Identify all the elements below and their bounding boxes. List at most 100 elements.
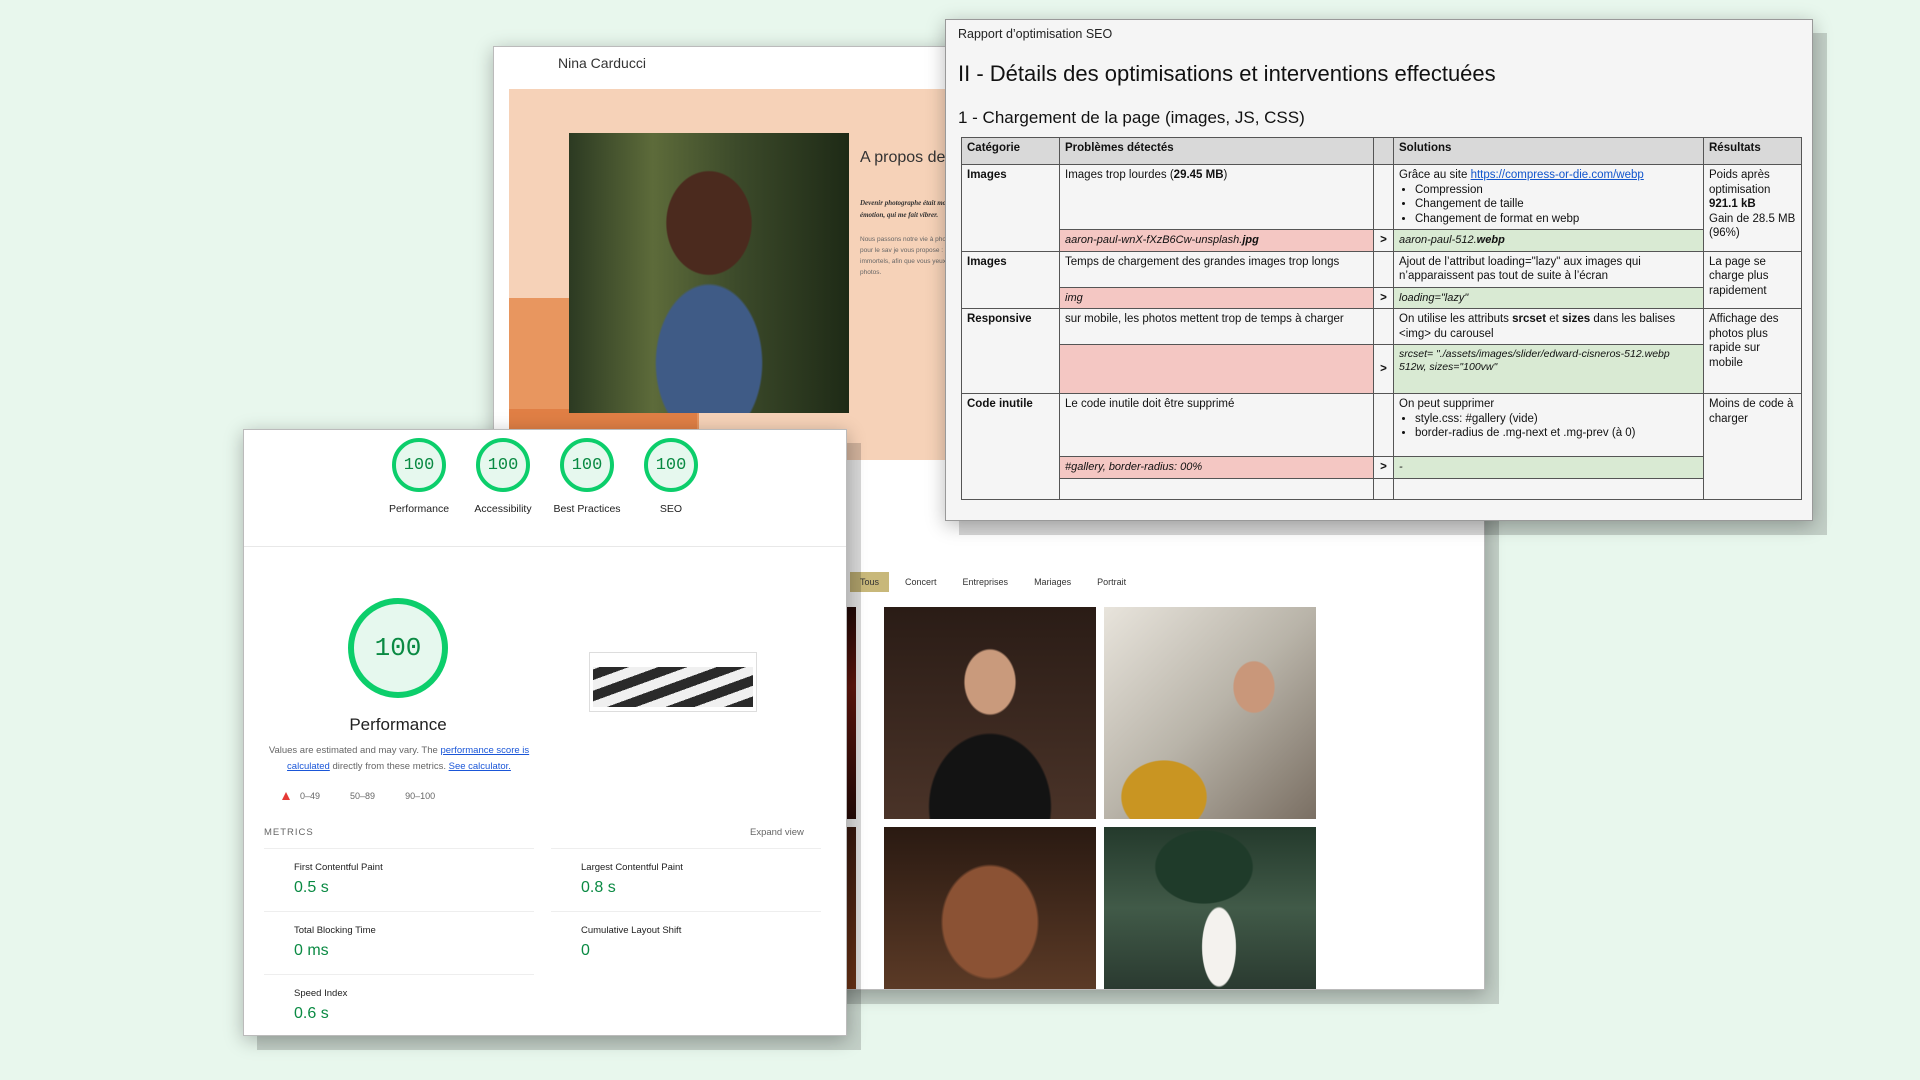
site-brand-name[interactable]: Nina Carducci	[558, 55, 646, 71]
table-row: Responsive sur mobile, les photos metten…	[961, 308, 1802, 394]
text-bold: 921.1 kB	[1709, 198, 1756, 210]
expand-view-toggle[interactable]: Expand view	[750, 827, 804, 838]
filter-mariages[interactable]: Mariages	[1024, 572, 1081, 592]
gauge-accessibility[interactable]: 100 Accessibility	[473, 438, 533, 517]
cell-solution: On peut supprimer style.css: #gallery (v…	[1393, 393, 1704, 457]
metric-label: Speed Index	[294, 988, 348, 999]
document-title: Rapport d’optimisation SEO	[958, 27, 1113, 41]
text-bold: 29.45 MB	[1173, 169, 1224, 181]
table-row: Code inutile Le code inutile doit être s…	[961, 393, 1802, 500]
metric-lcp: Largest Contentful Paint 0.8 s	[551, 848, 821, 911]
gallery-filters: Tous Concert Entreprises Mariages Portra…	[850, 572, 1136, 592]
text: )	[1223, 169, 1228, 181]
list-item: border-radius de .mg-next et .mg-prev (à…	[1415, 426, 1698, 441]
cell-category: Code inutile	[961, 393, 1060, 500]
legend-average: 50–89	[350, 791, 376, 801]
cell-result: Affichage des photos plus rapide sur mob…	[1703, 308, 1802, 394]
metric-value: 0.8 s	[581, 879, 616, 896]
arrow-cell: >	[1373, 286, 1394, 309]
score-gauges: 100 Performance 100 Accessibility 100 Be…	[244, 438, 846, 517]
performance-score-ring: 100	[348, 598, 448, 698]
cell-empty	[1373, 477, 1394, 500]
gallery-photo-portrait-man[interactable]	[884, 827, 1096, 989]
legend-pass: 90–100	[405, 791, 436, 801]
gallery-photo-office[interactable]	[1104, 607, 1316, 819]
cell-solution: On utilise les attributs srcset et sizes…	[1393, 308, 1704, 345]
cell-result: Poids après optimisation 921.1 kB Gain de …	[1703, 164, 1802, 252]
gauge-best-practices[interactable]: 100 Best Practices	[553, 438, 621, 517]
metric-tbt: Total Blocking Time 0 ms	[264, 911, 534, 974]
compress-or-die-link[interactable]: https://compress-or-die.com/webp	[1471, 169, 1644, 181]
text: Gain de 28.5 MB (96%)	[1709, 212, 1796, 240]
page-screenshot-thumbnail[interactable]	[589, 652, 757, 712]
gauge-performance[interactable]: 100 Performance	[389, 438, 449, 517]
header-category: Catégorie	[961, 137, 1060, 165]
score-legend: 0–49 50–89 90–100	[282, 791, 435, 801]
metric-value: 0 ms	[294, 942, 329, 959]
text: Images trop lourdes (	[1065, 169, 1174, 181]
filter-entreprises[interactable]: Entreprises	[953, 572, 1019, 592]
cell-solution: Grâce au site https://compress-or-die.co…	[1393, 164, 1704, 230]
arrow-cell: >	[1373, 344, 1394, 394]
text: et	[1546, 313, 1563, 325]
cell-result: La page se charge plus rapidement	[1703, 250, 1802, 309]
cell-spacer	[1373, 250, 1394, 288]
metric-fcp: First Contentful Paint 0.5 s	[264, 848, 534, 911]
arrow-cell: >	[1373, 456, 1394, 479]
text: On utilise les attributs	[1399, 313, 1513, 325]
performance-title: Performance	[349, 715, 447, 734]
code-before-empty	[1059, 344, 1374, 394]
code-after: srcset= "./assets/images/slider/edward-c…	[1393, 344, 1704, 394]
cell-problem: Images trop lourdes (29.45 MB)	[1059, 164, 1374, 230]
gauge-label: Accessibility	[474, 503, 532, 515]
divider	[244, 546, 846, 547]
filter-portrait[interactable]: Portrait	[1087, 572, 1136, 592]
gauge-label: SEO	[659, 503, 683, 515]
code-before: aaron-paul-wnX-fXzB6Cw-unsplash.jpg	[1059, 229, 1374, 252]
portrait-photo	[569, 133, 849, 413]
metric-cls: Cumulative Layout Shift 0	[551, 911, 821, 974]
cell-category: Responsive	[961, 308, 1060, 394]
about-title: A propos de	[860, 149, 946, 166]
list-item: style.css: #gallery (vide)	[1415, 412, 1698, 427]
text: Poids après optimisation	[1709, 169, 1771, 196]
table-row: Images Images trop lourdes (29.45 MB) Gr…	[961, 164, 1802, 252]
list-item: Compression	[1415, 183, 1698, 198]
metric-label: First Contentful Paint	[294, 862, 383, 873]
legend-fail-label: 0–49	[300, 791, 321, 801]
header-solutions: Solutions	[1393, 137, 1704, 165]
section-heading: II - Détails des optimisations et interv…	[958, 61, 1496, 86]
cell-empty	[1059, 477, 1374, 500]
thumbnail-image	[593, 667, 753, 707]
cell-solution: Ajout de l’attribut loading="lazy" aux i…	[1393, 250, 1704, 288]
cell-problem: Le code inutile doit être supprimé	[1059, 393, 1374, 457]
cell-category: Images	[961, 250, 1060, 309]
code-after: -	[1393, 456, 1704, 479]
lighthouse-report-window: 100 Performance 100 Accessibility 100 Be…	[243, 429, 847, 1036]
gallery-photo-wedding[interactable]	[1104, 827, 1316, 989]
seo-report-document: Rapport d’optimisation SEO II - Détails …	[945, 19, 1813, 521]
header-spacer	[1373, 137, 1394, 165]
see-calculator-link[interactable]: See calculator.	[449, 761, 511, 772]
code-after: loading="lazy"	[1393, 286, 1704, 309]
optimization-table: Catégorie Problèmes détectés Solutions R…	[961, 137, 1802, 500]
metric-label: Largest Contentful Paint	[581, 862, 683, 873]
text-bold: srcset	[1512, 313, 1547, 325]
gauge-label: Performance	[388, 503, 450, 515]
gallery-photo-businessman[interactable]	[884, 607, 1096, 819]
text: Grâce au site	[1399, 169, 1471, 181]
metric-value: 0.6 s	[294, 1005, 329, 1022]
cell-spacer	[1373, 393, 1394, 457]
score-ring: 100	[476, 438, 530, 492]
legend-fail: 0–49	[282, 791, 320, 801]
filter-concert[interactable]: Concert	[895, 572, 947, 592]
gauge-seo[interactable]: 100 SEO	[641, 438, 701, 517]
code-before: #gallery, border-radius: 00%	[1059, 456, 1374, 479]
table-row: Images Temps de chargement des grandes i…	[961, 250, 1802, 309]
solution-list: style.css: #gallery (vide) border-radius…	[1399, 412, 1698, 441]
text: aaron-paul-wnX-fXzB6Cw-unsplash.	[1065, 234, 1243, 246]
filter-tous[interactable]: Tous	[850, 572, 890, 592]
score-ring: 100	[392, 438, 446, 492]
cell-spacer	[1373, 164, 1394, 230]
text-bold: jpg	[1242, 234, 1259, 246]
